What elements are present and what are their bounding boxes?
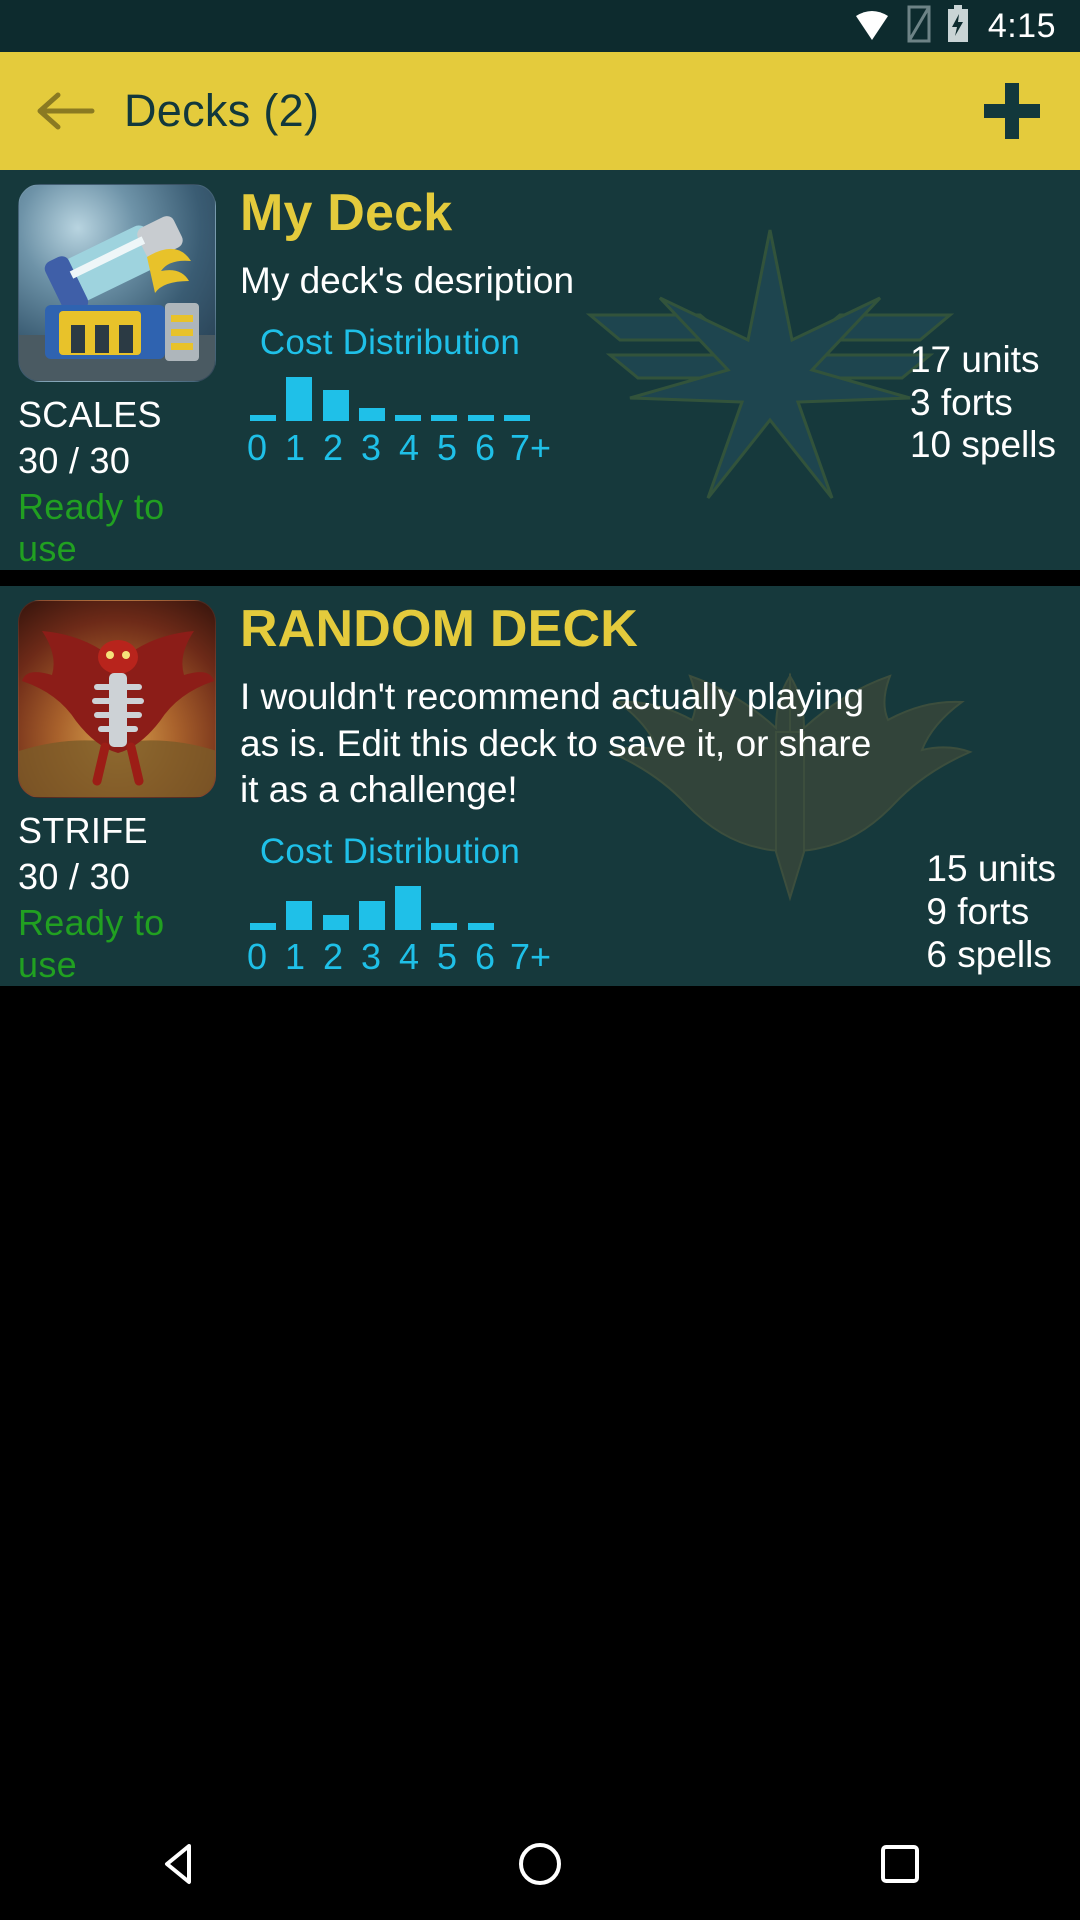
battery-charging-icon <box>946 4 970 48</box>
deck-title: My Deck <box>240 184 453 242</box>
deck-description: My deck's desription <box>240 260 575 302</box>
deck-status: Ready to use <box>18 486 165 569</box>
cost-distribution-chart: Cost Distribution 0 1 2 3 4 5 6 7+ <box>240 832 552 978</box>
deck-status: Ready to use <box>18 902 165 985</box>
chart-tick-labels: 0 1 2 3 4 5 6 7+ <box>240 936 552 978</box>
page-title: Decks (2) <box>124 85 320 136</box>
chart-tick-label: 6 <box>474 426 496 468</box>
stat-units: 15 units <box>926 848 1056 890</box>
chart-bar <box>503 414 530 421</box>
chart-bar <box>322 389 349 421</box>
chart-tick-label: 3 <box>360 426 382 468</box>
nav-recents-square-icon <box>881 1845 919 1883</box>
deck-title: RANDOM DECK <box>240 600 638 658</box>
deck-card[interactable]: STRIFE 30 / 30 Ready to use RANDOM DECK … <box>0 586 1080 986</box>
card-divider <box>0 578 1080 586</box>
system-navigation-bar <box>0 1808 1080 1920</box>
chart-bar <box>250 414 276 421</box>
chart-bar <box>286 901 313 931</box>
wifi-icon <box>852 7 892 46</box>
deck-card-count: 30 / 30 <box>18 440 131 481</box>
stat-spells: 6 spells <box>926 933 1052 975</box>
chart-bar <box>467 923 494 931</box>
chart-title: Cost Distribution <box>259 832 521 872</box>
chart-bar <box>250 923 276 931</box>
deck-card-count: 30 / 30 <box>18 856 131 897</box>
stat-forts: 9 forts <box>926 890 1030 932</box>
nav-back-button[interactable] <box>120 1808 240 1920</box>
deck-card[interactable]: SCALES 30 / 30 Ready to use My Deck My d… <box>0 170 1080 570</box>
chart-bars <box>240 884 540 931</box>
nav-recents-button[interactable] <box>840 1808 960 1920</box>
chart-tick-label: 2 <box>322 426 344 468</box>
chart-bar <box>431 923 458 931</box>
deck-thumbnail[interactable] <box>18 184 216 382</box>
stat-spells: 10 spells <box>909 424 1056 466</box>
chart-tick-label: 4 <box>398 426 420 468</box>
chart-tick-label: 0 <box>246 426 268 468</box>
deck-summary-row: Cost Distribution 0 1 2 3 4 5 6 7+ 15 units 9 f… <box>240 832 1056 978</box>
chart-tick-label: 5 <box>436 426 458 468</box>
chart-bar <box>504 924 530 930</box>
chart-bar <box>322 915 349 931</box>
chart-tick-label: 1 <box>284 936 306 978</box>
status-bar: 4:15 <box>0 0 1080 52</box>
stat-units: 17 units <box>909 339 1040 381</box>
chart-tick-label: 0 <box>246 936 268 978</box>
cost-distribution-chart: Cost Distribution 0 1 2 3 4 5 6 7+ <box>240 322 552 469</box>
chart-bar <box>358 407 385 421</box>
chart-tick-label: 4 <box>398 936 420 978</box>
deck-stats: 17 units 3 forts 10 spells <box>910 339 1056 469</box>
chart-tick-label: 2 <box>322 936 344 978</box>
stat-forts: 3 forts <box>909 381 1013 423</box>
plus-icon <box>984 83 1040 139</box>
deck-thumbnail[interactable] <box>18 600 216 798</box>
chart-bar <box>395 886 422 931</box>
chart-bar <box>431 414 458 421</box>
deck-summary-row: Cost Distribution 0 1 2 3 4 5 6 7+ 17 units 3 f… <box>240 323 1056 469</box>
nav-home-button[interactable] <box>480 1808 600 1920</box>
deck-main-column: RANDOM DECK I wouldn't recommend actuall… <box>232 586 1080 986</box>
sim-card-icon <box>906 5 932 48</box>
chart-bar <box>467 414 494 421</box>
chart-tick-labels: 0 1 2 3 4 5 6 7+ <box>240 426 552 469</box>
deck-stats: 15 units 9 forts 6 spells <box>926 848 1056 978</box>
chart-tick-label: 1 <box>284 426 306 468</box>
deck-main-column: My Deck My deck's desription Cost Distri… <box>232 170 1080 570</box>
chart-tick-label: 6 <box>474 936 496 978</box>
chart-tick-label: 7+ <box>510 936 552 978</box>
chart-tick-label: 7+ <box>510 426 552 468</box>
app-bar: Decks (2) <box>0 52 1080 170</box>
nav-back-triangle-icon <box>165 1844 191 1884</box>
chart-title: Cost Distribution <box>259 322 521 362</box>
back-arrow-icon <box>37 92 95 130</box>
chart-bar <box>395 414 422 421</box>
chart-bar <box>358 901 385 931</box>
chart-tick-label: 5 <box>436 936 458 978</box>
deck-faction: STRIFE <box>18 810 148 851</box>
deck-left-column: STRIFE 30 / 30 Ready to use <box>0 586 232 986</box>
status-bar-clock: 4:15 <box>987 6 1056 45</box>
deck-left-column: SCALES 30 / 30 Ready to use <box>0 170 232 570</box>
chart-tick-label: 3 <box>360 936 382 978</box>
add-deck-button[interactable] <box>972 71 1052 151</box>
nav-home-circle-icon <box>519 1843 561 1885</box>
deck-description: I wouldn't recommend actually playing as… <box>240 676 872 811</box>
chart-bars <box>240 375 540 421</box>
back-button[interactable] <box>28 74 102 148</box>
chart-bar <box>286 376 313 421</box>
deck-list: SCALES 30 / 30 Ready to use My Deck My d… <box>0 170 1080 986</box>
deck-faction: SCALES <box>18 394 162 435</box>
